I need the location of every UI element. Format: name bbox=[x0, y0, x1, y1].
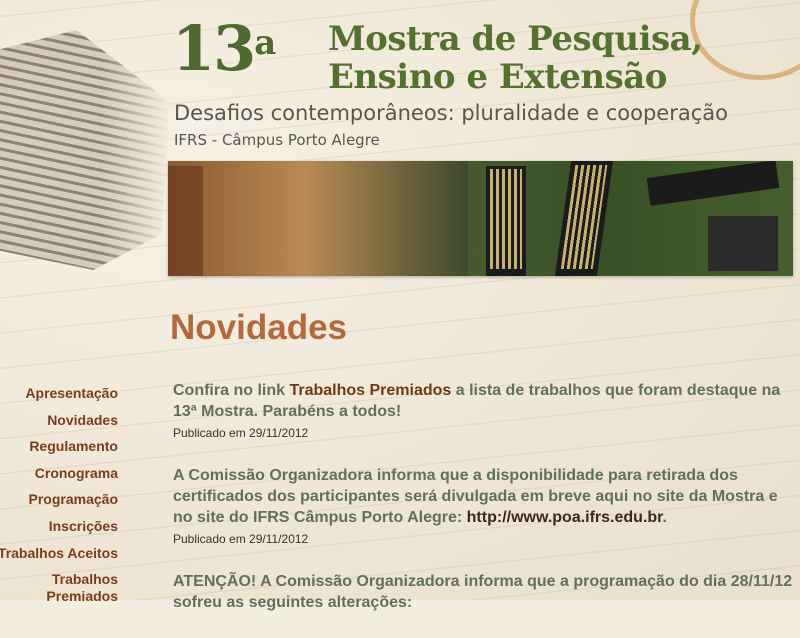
nav-item-trabalhos-premiados[interactable]: Trabalhos Premiados bbox=[46, 571, 118, 605]
sidebar-nav: Apresentação Novidades Regulamento Crono… bbox=[0, 380, 118, 605]
news-date: Publicado em 29/11/2012 bbox=[173, 426, 309, 440]
nav-item-apresentacao[interactable]: Apresentação bbox=[0, 380, 118, 407]
news-text: Confira no link Trabalhos Premiados a li… bbox=[173, 382, 781, 420]
circuit-board-banner bbox=[168, 161, 793, 276]
nav-item-trabalhos-aceitos[interactable]: Trabalhos Aceitos bbox=[0, 540, 118, 567]
news-date: Publicado em 29/11/2012 bbox=[173, 532, 309, 546]
awarded-works-link[interactable]: Trabalhos Premiados bbox=[289, 382, 451, 399]
nav-item-programacao[interactable]: Programação bbox=[0, 486, 118, 513]
nav-item-regulamento[interactable]: Regulamento bbox=[0, 433, 118, 460]
event-subtitle: Desafios contemporâneos: pluralidade e c… bbox=[174, 101, 728, 125]
news-item: A Comissão Organizadora informa que a di… bbox=[173, 465, 793, 546]
news-text: ATENÇÃO! A Comissão Organizadora informa… bbox=[173, 573, 793, 611]
campus-name: IFRS - Câmpus Porto Alegre bbox=[174, 131, 380, 149]
news-list: Confira no link Trabalhos Premiados a li… bbox=[173, 380, 793, 638]
news-text: A Comissão Organizadora informa que a di… bbox=[173, 467, 778, 526]
event-title-line2: Ensino e Extensão bbox=[328, 57, 667, 97]
news-item: ATENÇÃO! A Comissão Organizadora informa… bbox=[173, 571, 793, 613]
event-title: Mostra de Pesquisa, Ensino e Extensão bbox=[328, 20, 703, 96]
nav-item-inscricoes[interactable]: Inscrições bbox=[0, 513, 118, 540]
news-item: Confira no link Trabalhos Premiados a li… bbox=[173, 380, 793, 440]
edition-number: 13a bbox=[172, 12, 276, 85]
nav-item-cronograma[interactable]: Cronograma bbox=[0, 460, 118, 487]
nav-item-novidades[interactable]: Novidades bbox=[0, 407, 118, 434]
event-title-line1: Mostra de Pesquisa, bbox=[328, 19, 703, 59]
page-title: Novidades bbox=[170, 308, 347, 347]
ifrs-website-link[interactable]: http://www.poa.ifrs.edu.br bbox=[467, 509, 663, 526]
